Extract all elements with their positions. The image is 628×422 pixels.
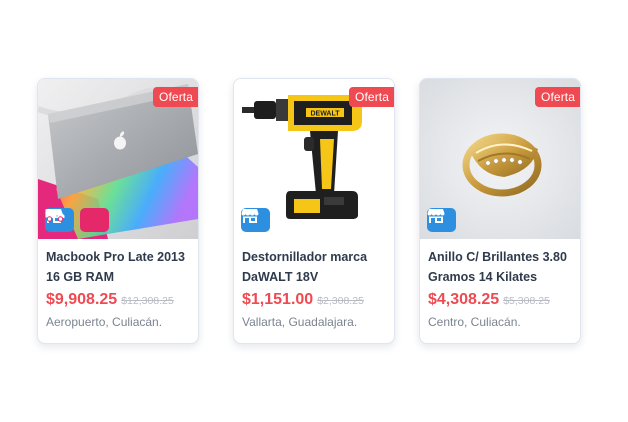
product-location: Centro, Culiacán. [428, 315, 521, 329]
product-image-drill[interactable]: DEWALT Oferta [234, 79, 394, 239]
product-price: $1,151.00 [242, 291, 314, 308]
product-image-macbook[interactable]: Oferta [38, 79, 198, 239]
product-location: Aeropuerto, Culiacán. [46, 315, 163, 329]
price-row: $4,308.25 $5,308.25 [428, 291, 572, 309]
product-price: $9,908.25 [46, 291, 118, 308]
product-old-price: $5,308.25 [503, 295, 550, 307]
product-card[interactable]: DEWALT Oferta Destornillador marca DaWAL… [233, 78, 395, 344]
offer-badge: Oferta [535, 87, 580, 107]
svg-text:DEWALT: DEWALT [310, 111, 340, 118]
product-info: Macbook Pro Late 2013 16 GB RAM $9,908.2… [38, 239, 198, 329]
product-icons [45, 208, 109, 232]
product-info: Anillo C/ Brillantes 3.80 Gramos 14 Kila… [420, 239, 580, 329]
product-price: $4,308.25 [428, 291, 500, 308]
product-old-price: $12,308.25 [121, 295, 174, 307]
product-info: Destornillador marca DaWALT 18V $1,151.0… [234, 239, 394, 329]
product-card[interactable]: Oferta Anillo C/ Brillantes 3.80 Gramos … [419, 78, 581, 344]
product-icons [427, 208, 456, 232]
product-card[interactable]: Oferta Macbook Pro Late 2013 16 GB RAM $… [37, 78, 199, 344]
price-row: $1,151.00 $2,308.25 [242, 291, 386, 309]
price-row: $9,908.25 $12,308.25 [46, 291, 190, 309]
store-icon[interactable] [241, 208, 270, 232]
product-title[interactable]: Anillo C/ Brillantes 3.80 Gramos 14 Kila… [428, 247, 572, 287]
offer-badge: Oferta [153, 87, 198, 107]
offer-badge: Oferta [349, 87, 394, 107]
product-title[interactable]: Macbook Pro Late 2013 16 GB RAM [46, 247, 190, 287]
product-image-ring[interactable]: Oferta [420, 79, 580, 239]
store-icon[interactable] [427, 208, 456, 232]
product-icons [241, 208, 270, 232]
product-location: Vallarta, Guadalajara. [242, 315, 358, 329]
product-old-price: $2,308.25 [317, 295, 364, 307]
product-title[interactable]: Destornillador marca DaWALT 18V [242, 247, 386, 287]
truck-icon[interactable] [45, 208, 109, 232]
